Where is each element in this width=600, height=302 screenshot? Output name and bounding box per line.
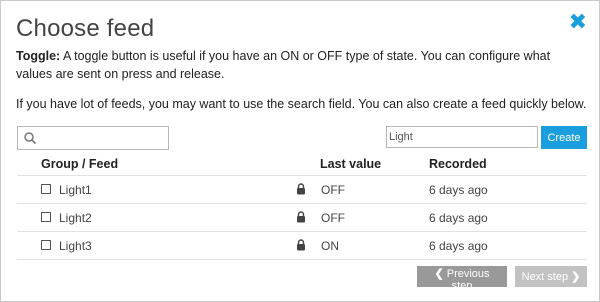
feed-checkbox[interactable] xyxy=(41,212,51,222)
toggle-description: Toggle: A toggle button is useful if you… xyxy=(16,47,586,83)
search-icon xyxy=(24,132,37,145)
next-step-button[interactable]: Next step ❯ xyxy=(515,266,587,287)
toggle-label: Toggle: xyxy=(16,49,61,63)
toggle-description-text: A toggle button is useful if you have an… xyxy=(16,49,551,81)
choose-feed-dialog: Choose feed ✖ Toggle: A toggle button is… xyxy=(0,0,600,302)
table-row[interactable]: Light2 OFF 6 days ago xyxy=(17,203,587,231)
header-last-value: Last value xyxy=(320,157,382,171)
feed-name[interactable]: Light2 xyxy=(59,211,92,225)
next-step-label: Next step xyxy=(521,271,569,283)
chevron-right-icon: ❯ xyxy=(571,271,581,283)
feed-recorded: 6 days ago xyxy=(429,183,488,197)
header-recorded: Recorded xyxy=(429,157,487,171)
new-feed-name-input[interactable] xyxy=(386,126,538,148)
lock-icon xyxy=(297,183,305,195)
chevron-left-icon: ❮ xyxy=(434,268,444,280)
feed-last-value: OFF xyxy=(321,211,345,225)
feed-checkbox[interactable] xyxy=(41,240,51,250)
lock-icon xyxy=(297,239,305,251)
feed-recorded: 6 days ago xyxy=(429,211,488,225)
feed-last-value: ON xyxy=(321,239,339,253)
feed-checkbox[interactable] xyxy=(41,184,51,194)
feed-name[interactable]: Light1 xyxy=(59,183,92,197)
dialog-title: Choose feed xyxy=(16,15,155,42)
lock-icon xyxy=(297,211,305,223)
table-row[interactable]: Light1 OFF 6 days ago xyxy=(17,175,587,203)
previous-step-label: Previous step xyxy=(446,268,490,292)
feed-name[interactable]: Light3 xyxy=(59,239,92,253)
search-input[interactable] xyxy=(40,127,164,149)
search-field[interactable] xyxy=(17,126,169,150)
create-button[interactable]: Create xyxy=(541,126,587,149)
previous-step-button[interactable]: ❮ Previous step xyxy=(417,266,507,292)
header-group-feed: Group / Feed xyxy=(41,157,119,171)
feed-table: Group / Feed Last value Recorded Light1 … xyxy=(17,155,587,260)
table-row[interactable]: Light3 ON 6 days ago xyxy=(17,231,587,260)
close-icon[interactable]: ✖ xyxy=(569,11,587,33)
search-hint: If you have lot of feeds, you may want t… xyxy=(16,97,587,111)
table-header: Group / Feed Last value Recorded xyxy=(17,155,587,175)
feed-recorded: 6 days ago xyxy=(429,239,488,253)
feed-last-value: OFF xyxy=(321,183,345,197)
